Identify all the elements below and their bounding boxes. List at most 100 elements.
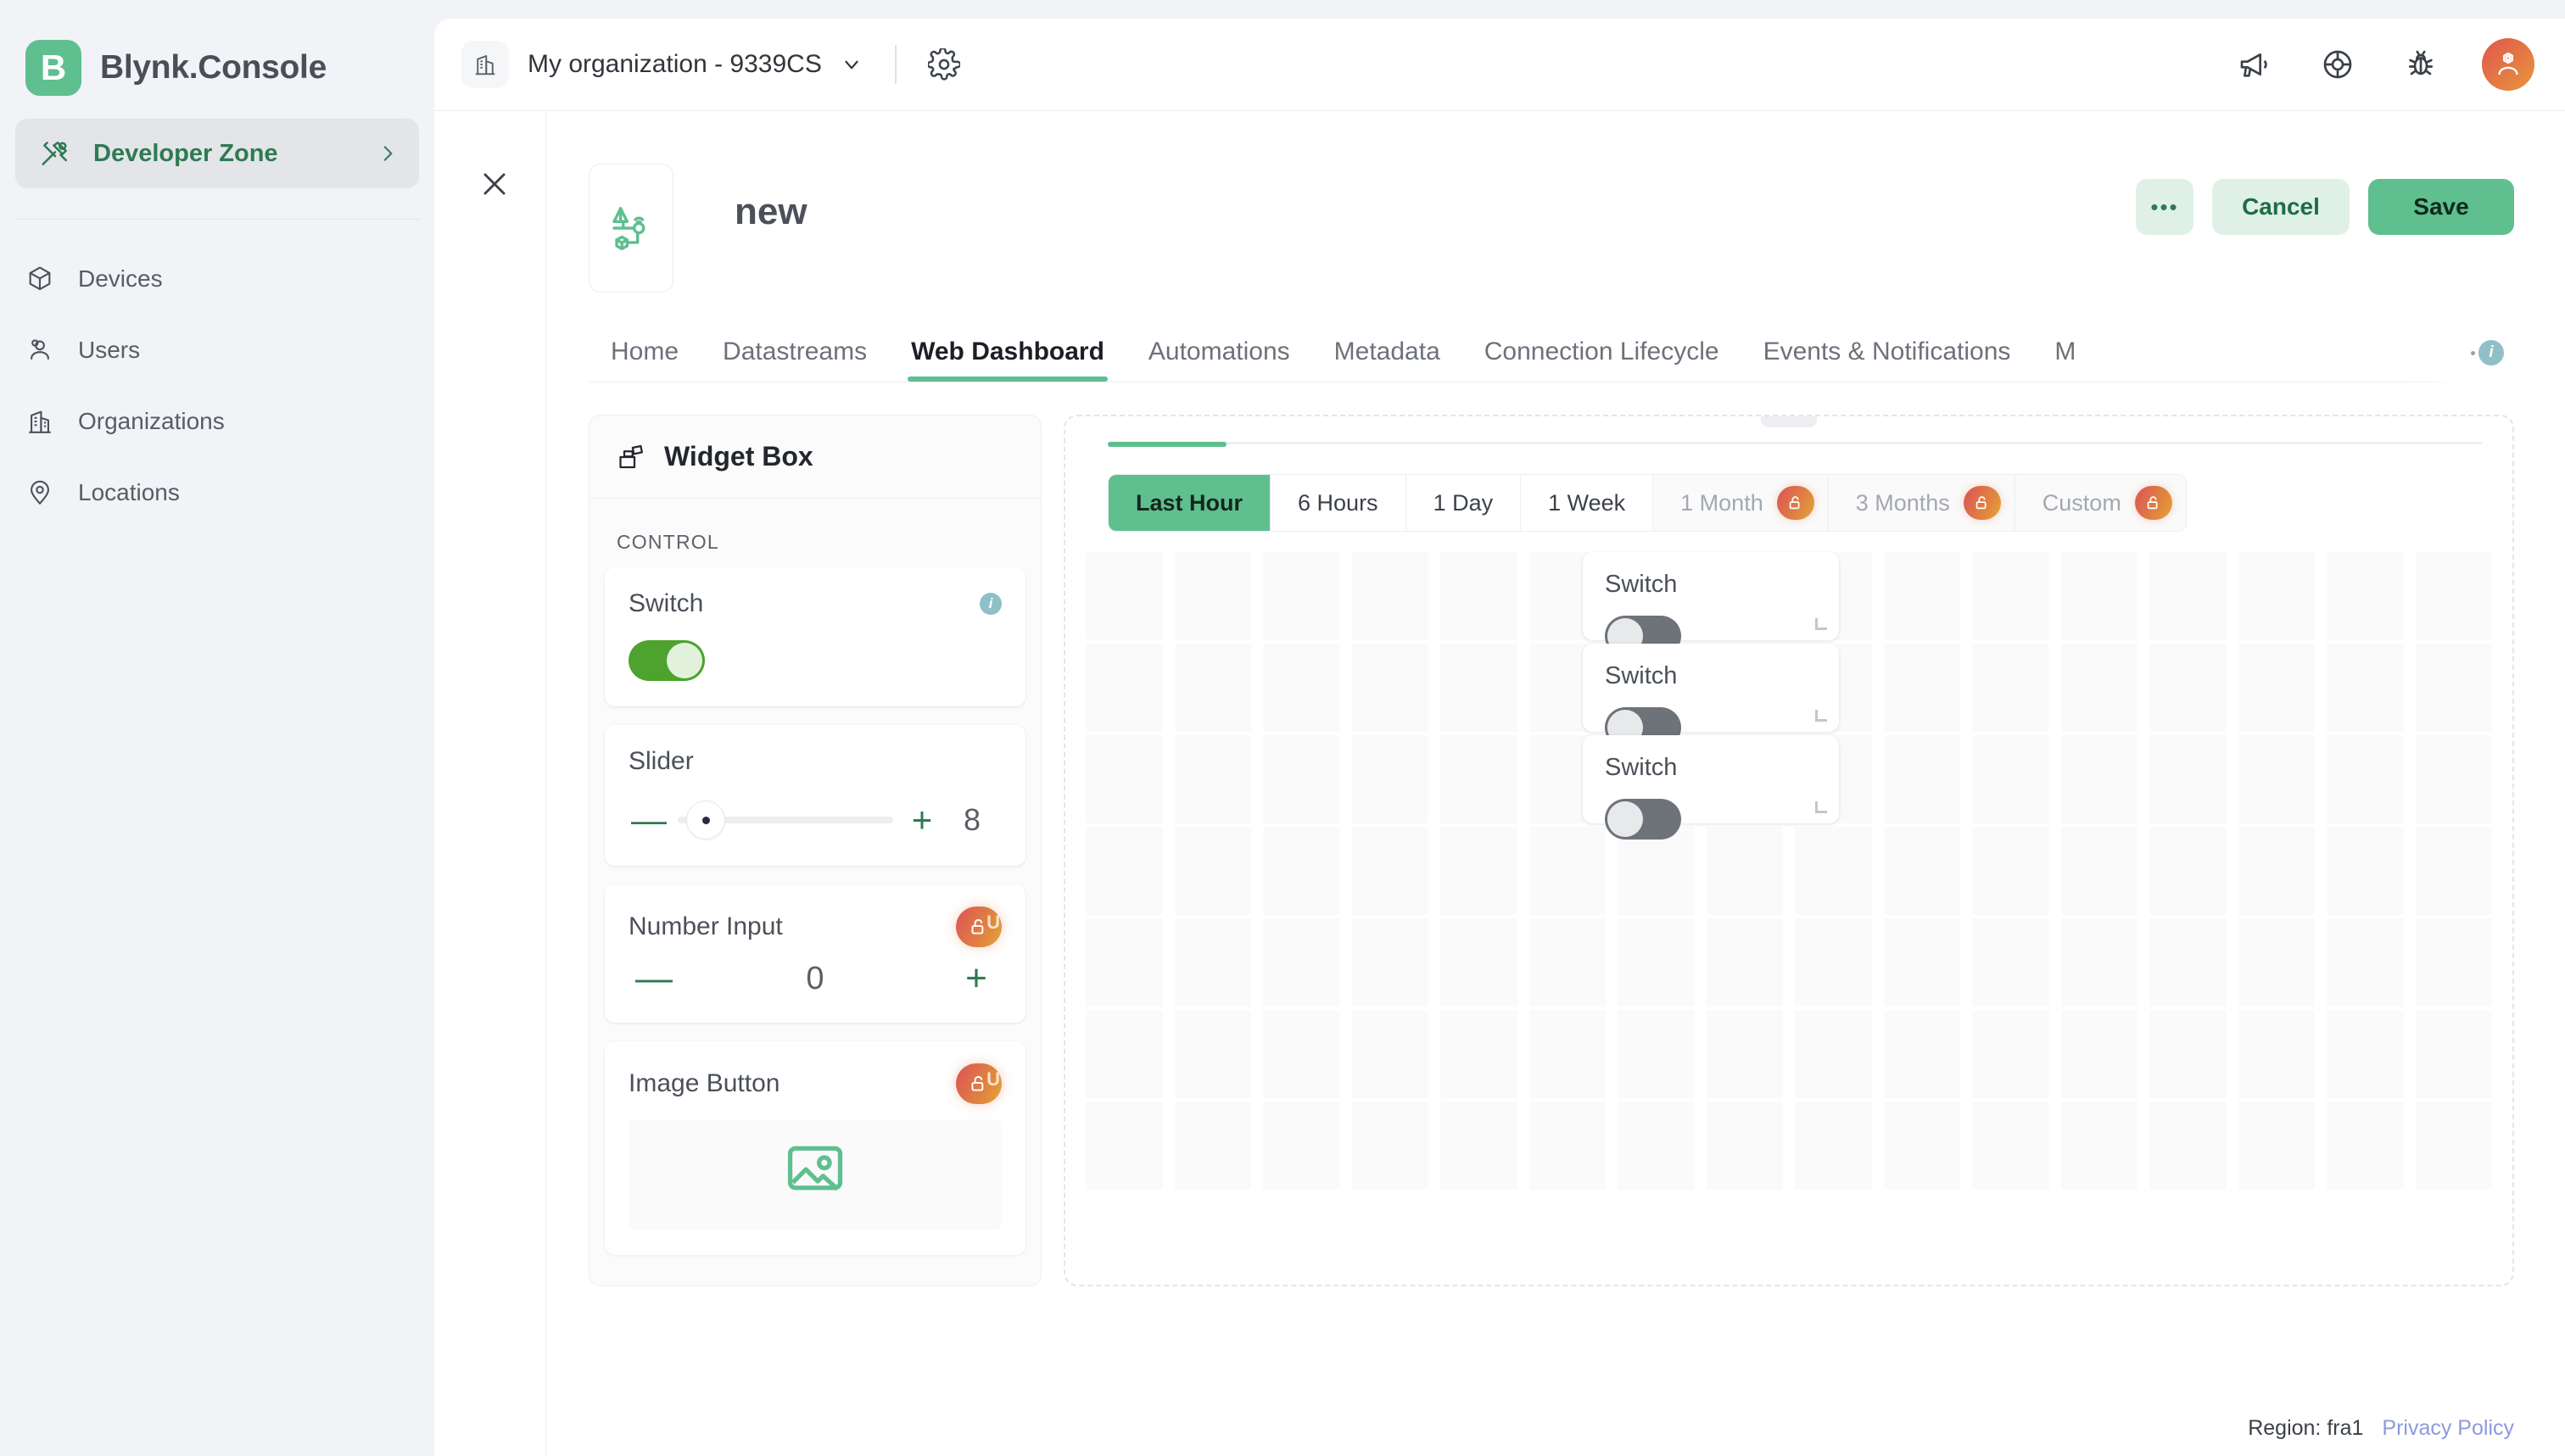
resize-handle[interactable] [1815,618,1827,630]
canvas-widgets: Switch Switch Switch [1065,416,2512,1285]
editor-tabs: Home Datastreams Web Dashboard Automatio… [589,321,2514,382]
tab-web-dashboard[interactable]: Web Dashboard [889,339,1126,382]
sidebar-item-label: Locations [78,479,180,506]
region-label: Region: fra1 [2248,1416,2363,1441]
widget-title: Switch [1605,571,1817,599]
dashboard-widget-switch-3[interactable]: Switch [1583,735,1839,823]
cancel-button[interactable]: Cancel [2212,179,2350,235]
dashboard-widget-switch-1[interactable]: Switch [1583,552,1839,640]
sidebar-item-locations[interactable]: Locations [0,457,434,528]
widget-box-list: Switch i Slider — [590,567,1041,1255]
user-avatar-icon[interactable] [2482,38,2534,91]
sidebar-item-label: Users [78,337,140,364]
upgrade-badge-text: U [986,912,1000,934]
organization-name: My organization - 9339CS [528,50,822,79]
sidebar-item-label: Organizations [78,408,225,435]
resize-handle[interactable] [1815,801,1827,813]
location-pin-icon [24,477,56,509]
number-increment-button[interactable]: + [951,966,1002,992]
dashboard-canvas[interactable]: Last Hour 6 Hours 1 Day 1 Week 1 Month 3… [1064,415,2514,1286]
tab-events-notifications[interactable]: Events & Notifications [1741,339,2033,382]
sidebar-nav: Devices Users Organizations Locations [0,243,434,528]
sidebar-item-users[interactable]: Users [0,315,434,386]
number-decrement-button[interactable]: — [629,966,679,992]
slider-increment-button[interactable]: + [902,807,942,832]
overflow-dot-icon [2471,351,2475,355]
tab-datastreams[interactable]: Datastreams [701,339,889,382]
toggle-knob [667,643,702,678]
page-title: new [735,191,808,233]
widget-card-label: Image Button [629,1069,780,1098]
widget-card-image-button[interactable]: Image Button U [605,1041,1025,1255]
switch-toggle[interactable] [1605,799,1681,840]
footer: Region: fra1 Privacy Policy [2248,1416,2514,1441]
dashboard-widget-switch-2[interactable]: Switch [1583,644,1839,732]
toggle-knob [1607,801,1643,837]
tab-connection-lifecycle[interactable]: Connection Lifecycle [1462,339,1741,382]
save-button[interactable]: Save [2368,179,2514,235]
switch-toggle[interactable] [629,640,705,681]
cube-icon [24,263,56,295]
sidebar-item-developer-zone[interactable]: Developer Zone [15,119,419,188]
sidebar: B Blynk.Console Developer Zone Devices [0,0,434,1456]
sidebar-item-label: Devices [78,265,163,293]
sidebar-item-devices[interactable]: Devices [0,243,434,315]
building-icon [461,41,509,88]
app-root: B Blynk.Console Developer Zone Devices [0,0,2565,1456]
widget-card-label: Number Input [629,912,783,941]
widget-title: Switch [1605,662,1817,690]
editor-header: new ••• Cancel Save [589,111,2565,293]
widget-card-header: Number Input U [629,907,1002,947]
sidebar-divider [15,219,419,220]
privacy-policy-link[interactable]: Privacy Policy [2382,1416,2514,1441]
sidebar-item-organizations[interactable]: Organizations [0,386,434,457]
tabs-overflow-indicator[interactable]: i [2471,340,2504,365]
gear-icon[interactable] [920,41,968,88]
editor-body: new ••• Cancel Save Home Datastreams Web… [546,111,2565,1456]
widget-card-header: Slider [629,747,1002,776]
tabs-container: Home Datastreams Web Dashboard Automatio… [589,321,2565,382]
brand: B Blynk.Console [0,0,434,110]
resize-handle[interactable] [1815,710,1827,722]
widget-card-label: Slider [629,747,694,776]
main-panel: My organization - 9339CS [434,19,2565,1456]
organization-selector[interactable]: My organization - 9339CS [453,34,871,95]
image-button-preview[interactable] [629,1119,1002,1230]
slider-track-area[interactable] [678,800,893,840]
template-editor: new ••• Cancel Save Home Datastreams Web… [434,110,2565,1456]
tab-metadata[interactable]: Metadata [1312,339,1462,382]
widget-card-switch[interactable]: Switch i [605,567,1025,706]
lifebuoy-icon[interactable] [2316,42,2360,86]
number-input-control: — 0 + [629,961,1002,997]
tab-home[interactable]: Home [589,339,701,382]
bug-icon[interactable] [2399,42,2443,86]
megaphone-icon[interactable] [2232,42,2277,86]
widget-box-header: Widget Box [590,416,1041,499]
dashboard-area: Widget Box CONTROL Switch i [589,415,2565,1286]
widget-title: Switch [1605,754,1817,782]
top-bar: My organization - 9339CS [434,19,2565,110]
lock-upgrade-badge[interactable]: U [956,907,1002,947]
tabs-info-badge[interactable]: i [2478,340,2504,365]
editor-close-column [434,111,546,1456]
lock-upgrade-badge[interactable]: U [956,1063,1002,1104]
widget-card-slider[interactable]: Slider — + 8 [605,725,1025,866]
close-icon[interactable] [474,164,515,204]
tab-automations[interactable]: Automations [1126,339,1312,382]
more-options-button[interactable]: ••• [2136,179,2193,235]
info-icon[interactable]: i [980,593,1002,615]
slider-thumb[interactable] [686,801,725,840]
tab-more-truncated[interactable]: M [2032,339,2098,382]
widget-card-label: Switch [629,589,703,618]
tools-icon [39,137,71,170]
editor-actions: ••• Cancel Save [2136,179,2514,235]
slider-value: 8 [942,802,1002,838]
widget-card-number-input[interactable]: Number Input U — 0 + [605,884,1025,1023]
building-icon [24,405,56,438]
image-icon [782,1143,848,1196]
iot-template-icon [589,164,673,293]
sidebar-item-label: Developer Zone [93,140,355,168]
slider-decrement-button[interactable]: — [629,807,669,832]
number-input-value[interactable]: 0 [679,961,951,997]
chevron-down-icon [841,53,863,75]
